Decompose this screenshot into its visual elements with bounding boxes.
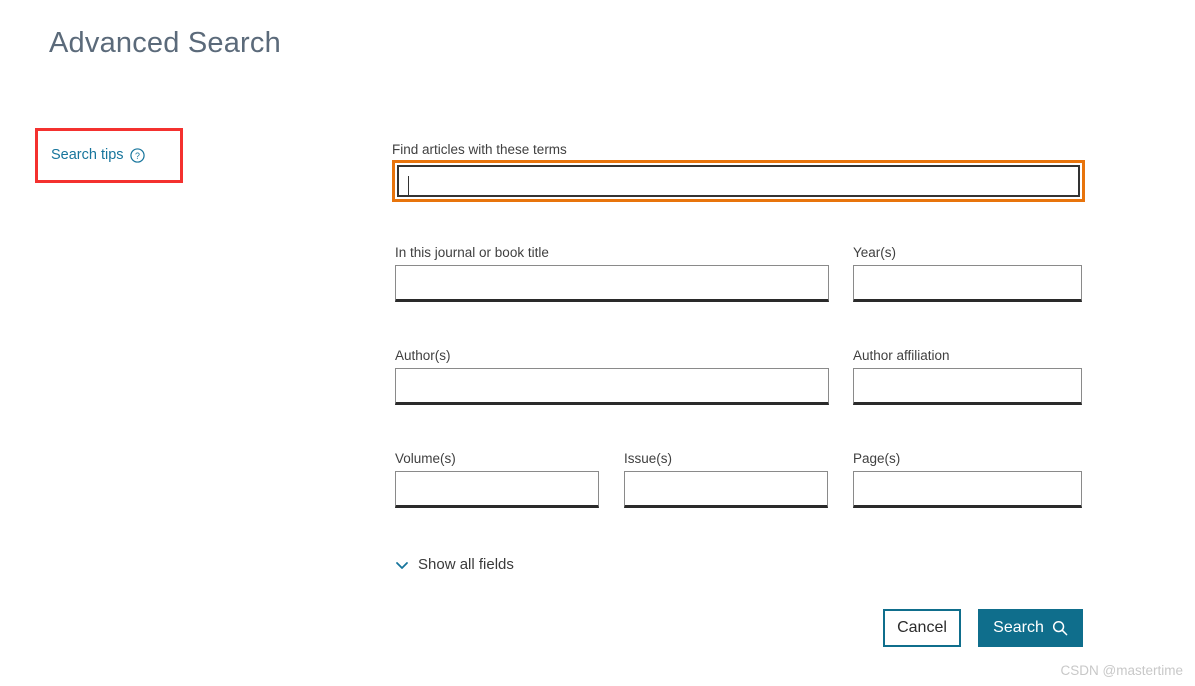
issues-input[interactable] <box>624 471 828 508</box>
chevron-down-icon <box>395 558 409 572</box>
label-pages: Page(s) <box>853 451 901 466</box>
label-journal-or-book-title: In this journal or book title <box>395 245 549 260</box>
cancel-button-label: Cancel <box>897 619 947 636</box>
search-button-label: Search <box>993 619 1044 636</box>
find-articles-field-focus-ring <box>392 160 1085 202</box>
search-button[interactable]: Search <box>978 609 1083 647</box>
label-issues: Issue(s) <box>624 451 673 466</box>
watermark: CSDN @mastertime <box>1060 663 1183 678</box>
cancel-button[interactable]: Cancel <box>883 609 961 647</box>
years-input[interactable] <box>853 265 1082 302</box>
pages-input[interactable] <box>853 471 1082 508</box>
volumes-input[interactable] <box>395 471 599 508</box>
authors-input[interactable] <box>395 368 829 405</box>
label-author-affiliation: Author affiliation <box>853 348 950 363</box>
show-all-fields-label: Show all fields <box>418 556 514 573</box>
label-authors: Author(s) <box>395 348 451 363</box>
journal-or-book-title-input[interactable] <box>395 265 829 302</box>
magnifier-icon <box>1052 620 1068 636</box>
label-find-articles: Find articles with these terms <box>392 142 567 157</box>
show-all-fields-toggle[interactable]: Show all fields <box>395 555 514 575</box>
author-affiliation-input[interactable] <box>853 368 1082 405</box>
find-articles-input[interactable] <box>399 167 1078 195</box>
text-caret <box>408 176 409 196</box>
advanced-search-form: Find articles with these terms In this j… <box>0 0 1195 686</box>
label-years: Year(s) <box>853 245 897 260</box>
find-articles-field-border <box>397 165 1080 197</box>
label-volumes: Volume(s) <box>395 451 456 466</box>
